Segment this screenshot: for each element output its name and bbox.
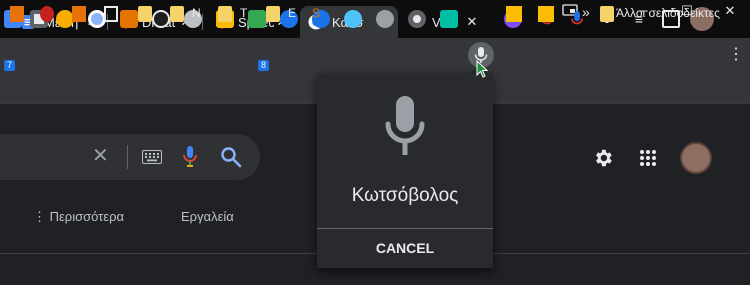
bookmark-folder-icon[interactable]: [138, 6, 152, 22]
microphone-icon: [385, 96, 425, 155]
flag-uk-icon[interactable]: [40, 6, 54, 22]
voice-recognition-popup: Κωτσόβολος CANCEL: [317, 73, 493, 268]
bookmark-yellow-icon[interactable]: [538, 6, 554, 22]
settings-gear-icon[interactable]: [592, 147, 614, 169]
extensions-toolbar: [0, 38, 750, 76]
nav-more[interactable]: ⋮ Περισσότερα: [33, 209, 124, 225]
bookmark-folder-icon[interactable]: [218, 6, 232, 22]
bookmark-icon[interactable]: [104, 6, 118, 22]
nav-tools[interactable]: Εργαλεία: [181, 209, 234, 224]
voice-search-icon[interactable]: [182, 145, 198, 169]
bookmark-folder-icon[interactable]: [266, 6, 280, 22]
extension-icon-teal[interactable]: [440, 10, 458, 28]
bookmark-label[interactable]: N: [192, 6, 201, 20]
close-tab-icon[interactable]: ✕: [464, 14, 480, 30]
extension-icon-face[interactable]: [120, 10, 138, 28]
other-bookmarks-folder-icon: [600, 6, 614, 22]
bookmark-label[interactable]: T: [240, 6, 247, 20]
clear-search-icon[interactable]: ✕: [92, 146, 109, 166]
recognized-text: Κωτσόβολος: [351, 185, 459, 206]
tab-separator: [202, 14, 203, 30]
account-avatar[interactable]: [680, 142, 712, 174]
mouse-cursor-icon: [476, 60, 488, 78]
bookmark-orange-icon[interactable]: [10, 6, 24, 22]
popup-divider: [317, 228, 493, 229]
apps-grid-icon[interactable]: [639, 149, 657, 167]
menu-kebab-icon[interactable]: ⋮: [728, 44, 744, 64]
extension-icon-dark[interactable]: [152, 10, 170, 28]
bookmark-label[interactable]: S: [312, 6, 320, 20]
bookmarks-overflow-button[interactable]: »: [582, 4, 590, 20]
extension-badge: 8: [258, 60, 269, 71]
cancel-button[interactable]: CANCEL: [317, 230, 493, 266]
other-bookmarks[interactable]: Άλλοι σελιδοδείκτες: [616, 6, 720, 20]
extension-icon-circle[interactable]: [408, 10, 426, 28]
bookmark-label[interactable]: E: [288, 6, 296, 20]
keyboard-icon[interactable]: [142, 150, 162, 164]
bookmark-yellow-icon[interactable]: [506, 6, 522, 22]
extension-badge: 7: [4, 60, 15, 71]
gear-icon[interactable]: [376, 10, 394, 28]
bookmark-orange-icon[interactable]: [72, 6, 86, 22]
extension-icon-network[interactable]: [344, 10, 362, 28]
search-divider: [127, 145, 128, 169]
bookmark-folder-icon[interactable]: [170, 6, 184, 22]
extension-icon-green[interactable]: [248, 10, 266, 28]
search-icon[interactable]: [220, 146, 242, 168]
